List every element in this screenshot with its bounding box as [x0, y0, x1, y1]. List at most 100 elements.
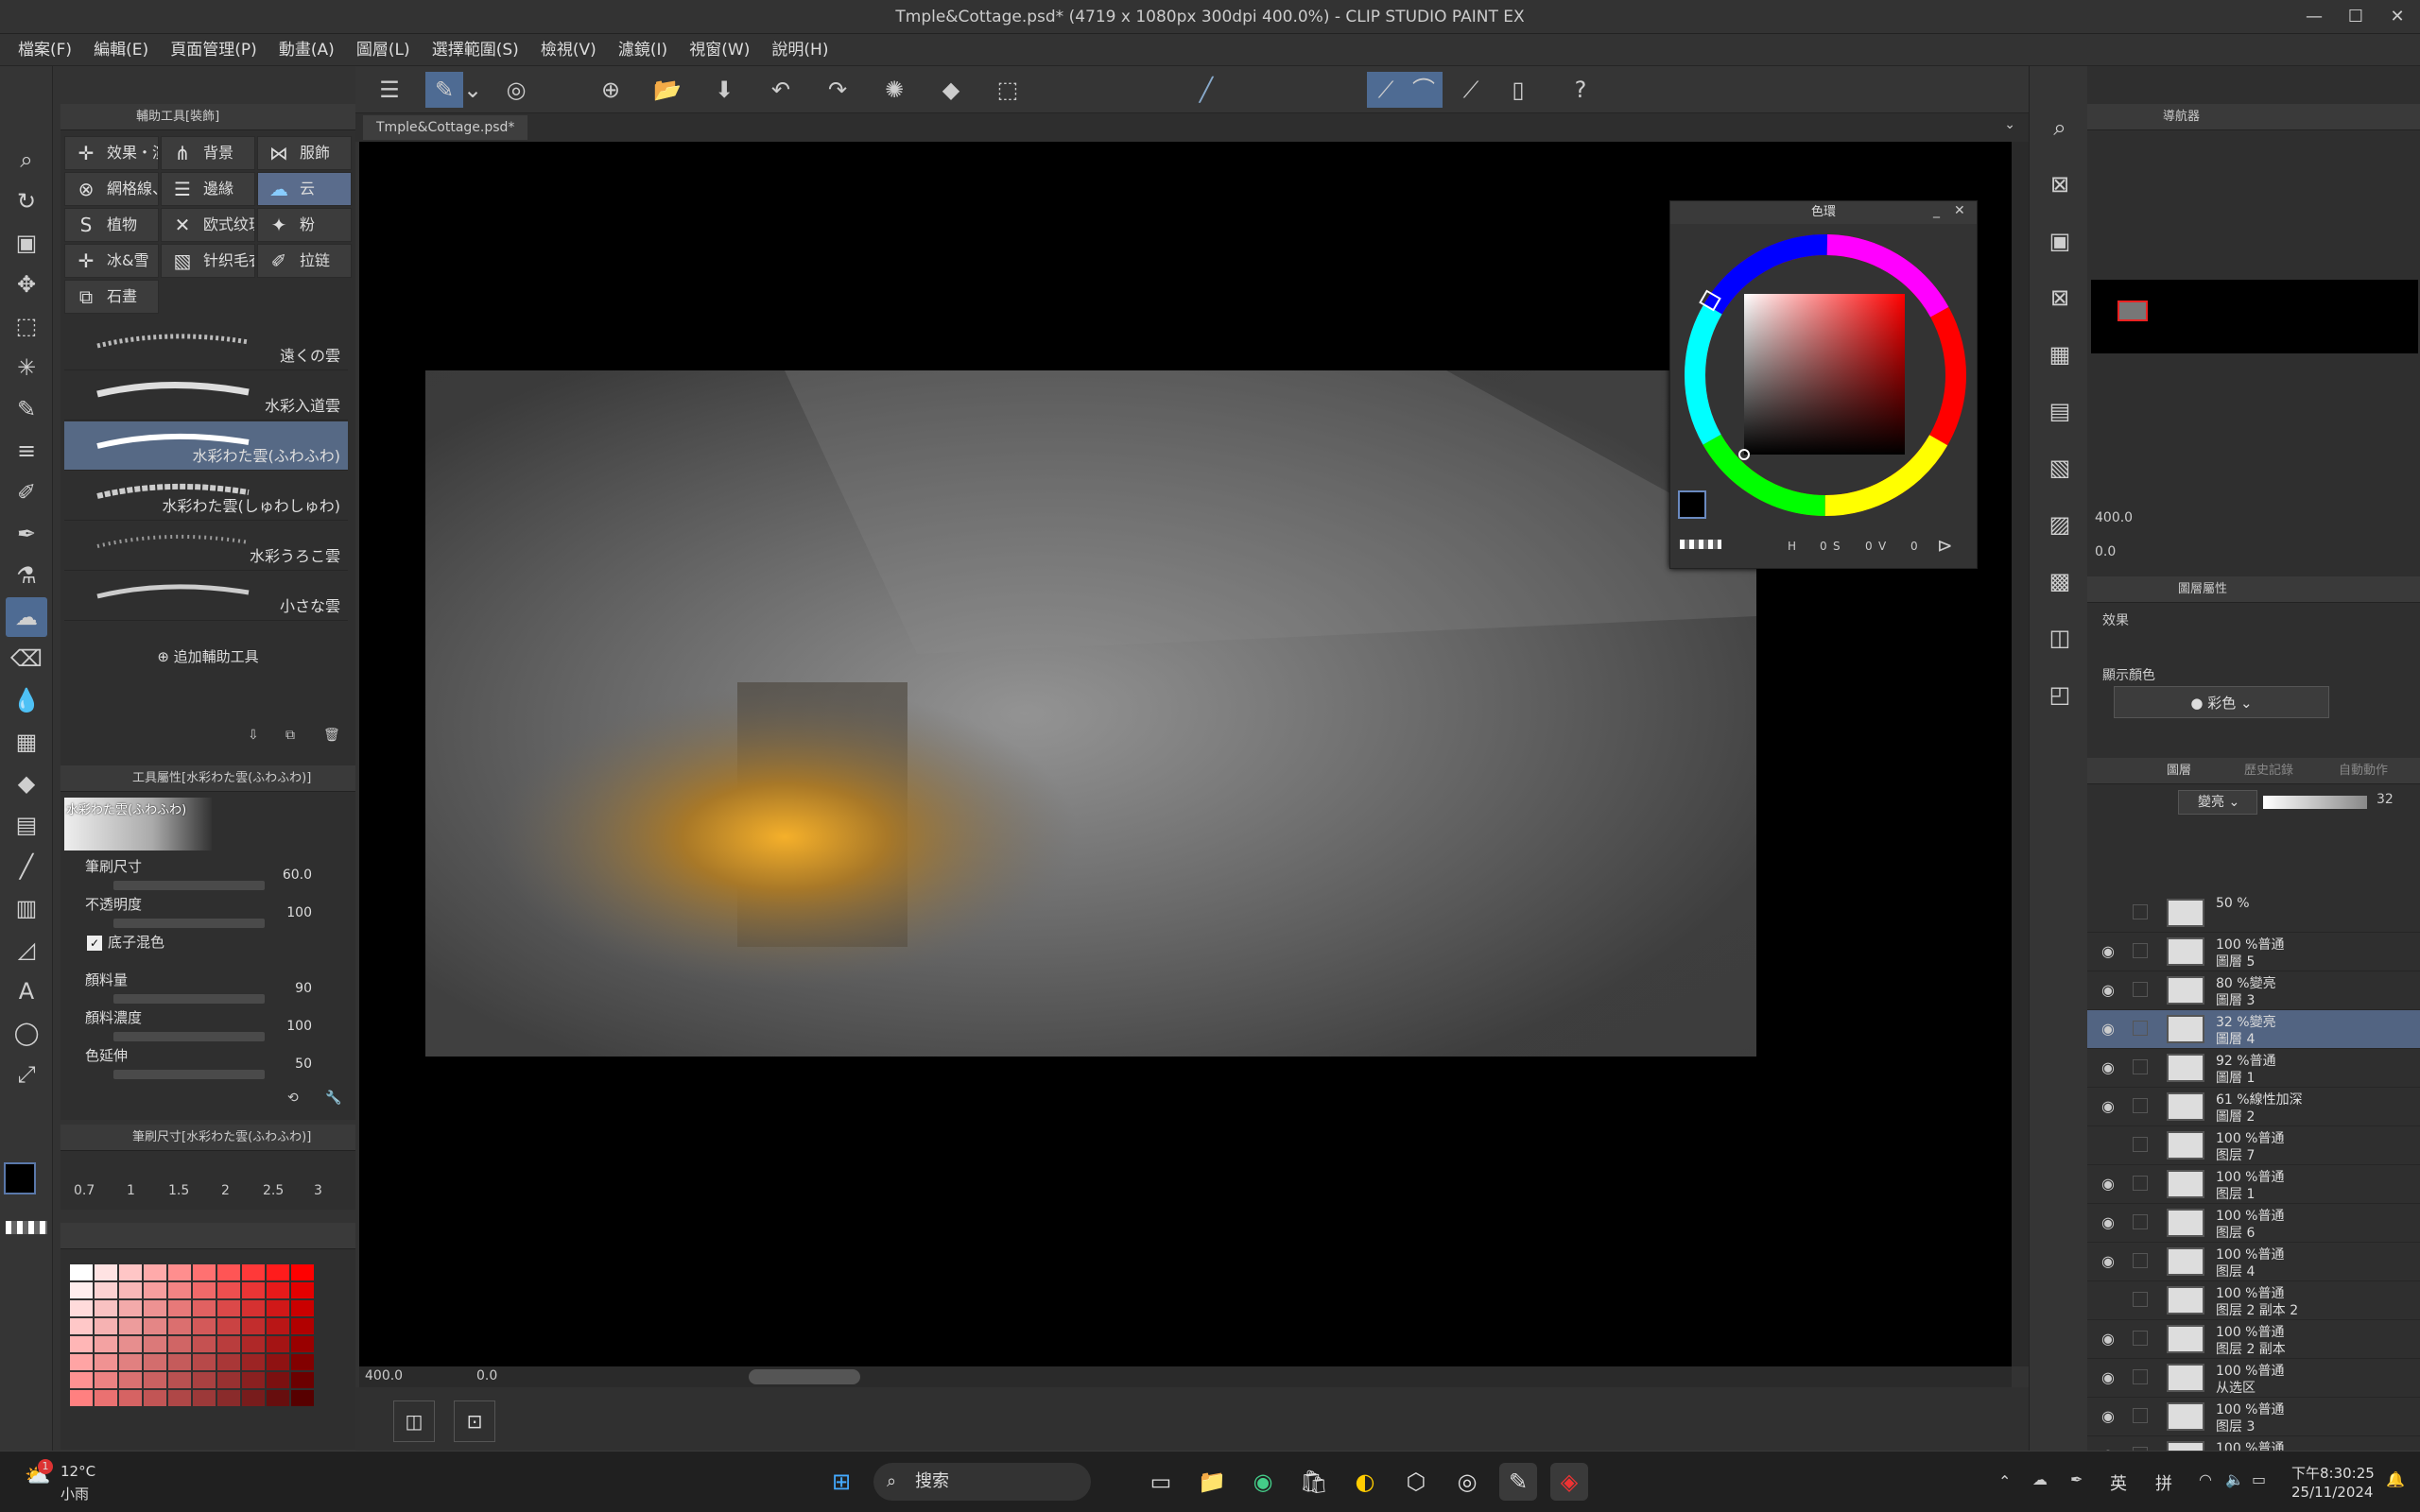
- material-icon[interactable]: ▧: [2039, 448, 2081, 488]
- color-swatch[interactable]: [291, 1264, 314, 1280]
- pen-icon[interactable]: ≡: [6, 431, 47, 471]
- material-icon[interactable]: ⊠: [2039, 278, 2081, 318]
- rotate-icon[interactable]: ↻: [6, 181, 47, 221]
- layer-lock-box[interactable]: [2133, 904, 2148, 919]
- color-swatch[interactable]: [168, 1300, 191, 1316]
- layer-property-tab[interactable]: 圖層屬性: [2087, 576, 2420, 603]
- navigator-preview[interactable]: [2091, 280, 2418, 353]
- color-swatch[interactable]: [291, 1372, 314, 1388]
- color-swatch[interactable]: [95, 1282, 117, 1298]
- app-icon[interactable]: ◐: [1346, 1463, 1384, 1501]
- color-swatch[interactable]: [168, 1318, 191, 1334]
- eraser-icon[interactable]: ⌫: [6, 639, 47, 679]
- eye-hidden-icon[interactable]: [2099, 1136, 2118, 1155]
- layer-row[interactable]: ◉ 100 %普通 图层 3: [2087, 1398, 2420, 1436]
- menu-select[interactable]: 選擇範圍(S): [424, 34, 527, 66]
- line-icon[interactable]: ╱: [6, 847, 47, 886]
- history-tab[interactable]: 歷史記錄: [2244, 758, 2293, 784]
- hue-ring[interactable]: [1674, 233, 1975, 517]
- color-swatch[interactable]: [242, 1282, 265, 1298]
- blend-icon[interactable]: 💧: [6, 680, 47, 720]
- group-edge[interactable]: ☰ 邊緣: [161, 172, 255, 206]
- prop-opacity[interactable]: 不透明度 100: [85, 894, 369, 932]
- chevron-down-icon[interactable]: ⌄: [2004, 117, 2015, 132]
- size-option[interactable]: 1.5: [168, 1183, 189, 1198]
- layer-row[interactable]: ◉ 61 %線性加深 圖層 2: [2087, 1088, 2420, 1126]
- group-clothing[interactable]: ⋈ 服飾: [257, 136, 352, 170]
- material-icon[interactable]: ▤: [2039, 391, 2081, 431]
- group-stone[interactable]: ⧉ 石晝: [64, 280, 159, 314]
- color-swatch[interactable]: [70, 1372, 93, 1388]
- color-swatch[interactable]: [70, 1336, 93, 1352]
- tablet-icon[interactable]: ▯: [1499, 72, 1537, 108]
- magic-wand-icon[interactable]: ✳: [6, 348, 47, 387]
- operation-icon[interactable]: ▣: [6, 223, 47, 263]
- group-cloud[interactable]: ☁ 云: [257, 172, 352, 206]
- color-swatch[interactable]: [217, 1390, 240, 1406]
- ime-mode[interactable]: 拼: [2155, 1470, 2172, 1495]
- group-ice-snow[interactable]: ✛ 冰&雪: [64, 244, 159, 278]
- color-swatch[interactable]: [267, 1318, 289, 1334]
- zoom-icon[interactable]: ⌕: [6, 140, 47, 180]
- color-swatch[interactable]: [95, 1264, 117, 1280]
- color-swatch[interactable]: [119, 1264, 142, 1280]
- brush-icon[interactable]: ✒: [6, 514, 47, 554]
- open-folder-icon[interactable]: 📂: [648, 72, 686, 108]
- loading-icon[interactable]: ✺: [875, 72, 913, 108]
- main-color-chip[interactable]: [1678, 490, 1706, 519]
- eyedropper-icon[interactable]: ✎: [6, 389, 47, 429]
- layer-row[interactable]: ◉ 100 %普通 图层 6: [2087, 1204, 2420, 1243]
- undo-icon[interactable]: ↶: [762, 72, 800, 108]
- decoration-icon[interactable]: ☁: [6, 597, 47, 637]
- correct-line-icon[interactable]: ⤢: [6, 1055, 47, 1094]
- navigator-viewport[interactable]: [2118, 301, 2148, 321]
- display-color-select[interactable]: ● 彩色 ⌄: [2114, 686, 2329, 718]
- color-swatch[interactable]: [119, 1390, 142, 1406]
- color-swatch[interactable]: [144, 1318, 166, 1334]
- prop-color-stretch[interactable]: 色延伸 50: [85, 1045, 369, 1083]
- clock-time[interactable]: 下午8:30:25: [2291, 1463, 2375, 1483]
- color-swatch[interactable]: [267, 1264, 289, 1280]
- layer-lock-box[interactable]: [2133, 1176, 2148, 1191]
- prop-amount-of-paint[interactable]: 顏料量 90: [85, 970, 369, 1007]
- brush-item[interactable]: 水彩入道雲: [64, 371, 348, 421]
- wrench-icon[interactable]: 🔧: [325, 1091, 341, 1106]
- color-swatch[interactable]: [119, 1354, 142, 1370]
- eye-icon[interactable]: ◉: [2099, 1407, 2118, 1426]
- group-plant[interactable]: S 植物: [64, 208, 159, 242]
- brush-item[interactable]: 小さな雲: [64, 572, 348, 621]
- eye-icon[interactable]: ◉: [2099, 1330, 2118, 1349]
- app-icon[interactable]: ⬡: [1397, 1463, 1435, 1501]
- layer-lock-box[interactable]: [2133, 1292, 2148, 1307]
- selection-icon[interactable]: ⬚: [6, 306, 47, 346]
- brush-item[interactable]: 水彩わた雲(しゅわしゅわ): [64, 472, 348, 521]
- menu-filter[interactable]: 濾鏡(I): [610, 34, 676, 66]
- color-swatch[interactable]: [95, 1390, 117, 1406]
- color-swatch[interactable]: [193, 1282, 216, 1298]
- color-swatch[interactable]: [70, 1264, 93, 1280]
- color-swatch[interactable]: [267, 1336, 289, 1352]
- color-swatch[interactable]: [119, 1318, 142, 1334]
- color-swatch[interactable]: [193, 1390, 216, 1406]
- frame-icon[interactable]: ▥: [6, 888, 47, 928]
- color-swatch[interactable]: [242, 1372, 265, 1388]
- color-swatch[interactable]: [267, 1300, 289, 1316]
- color-swatch[interactable]: [119, 1282, 142, 1298]
- layer-row[interactable]: ◉ 100 %普通 圖層 5: [2087, 933, 2420, 971]
- layer-row[interactable]: 100 %普通 图层 2 副本 2: [2087, 1281, 2420, 1320]
- transparent-chip[interactable]: [1680, 540, 1721, 549]
- color-swatch[interactable]: [70, 1282, 93, 1298]
- material-icon[interactable]: ◫: [2039, 618, 2081, 658]
- menu-help[interactable]: 說明(H): [763, 34, 837, 66]
- reset-icon[interactable]: ⟲: [287, 1091, 299, 1106]
- minimize-icon[interactable]: _: [1933, 203, 1940, 218]
- color-swatch[interactable]: [144, 1300, 166, 1316]
- save-icon[interactable]: ⬇: [705, 72, 743, 108]
- material-icon[interactable]: ▨: [2039, 505, 2081, 544]
- layer-row[interactable]: ◉ 80 %變亮 圖層 3: [2087, 971, 2420, 1010]
- layer-lock-box[interactable]: [2133, 1137, 2148, 1152]
- layer-row[interactable]: 100 %普通 图层 7: [2087, 1126, 2420, 1165]
- eye-icon[interactable]: ◉: [2099, 1368, 2118, 1387]
- material-icon[interactable]: ⊠: [2039, 164, 2081, 204]
- redo-icon[interactable]: ↷: [819, 72, 856, 108]
